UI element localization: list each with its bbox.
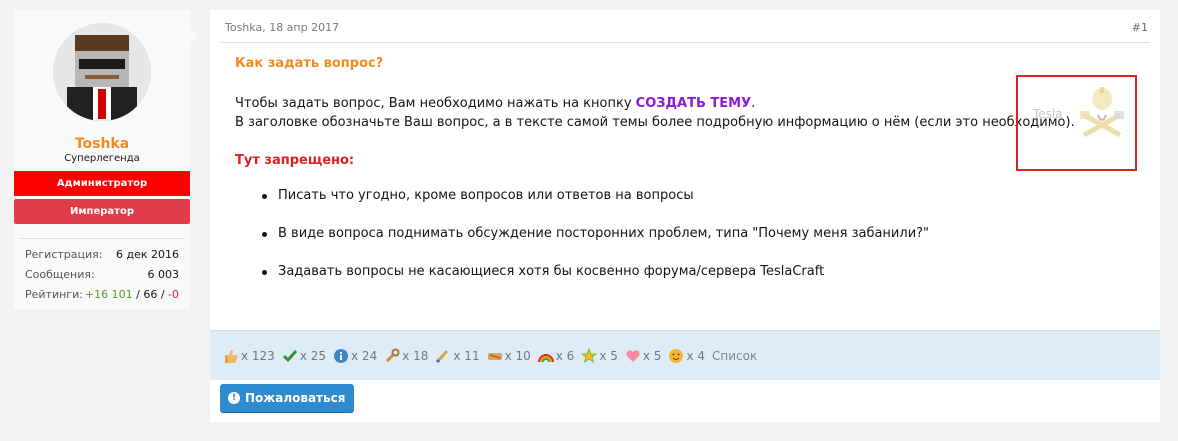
list-item: Задавать вопросы не касающиеся хотя бы к… (235, 262, 1140, 300)
post-number[interactable]: #1 (1132, 21, 1148, 34)
stat-label: Регистрация: (25, 248, 103, 261)
paragraph-text: . (751, 96, 756, 111)
smiley-icon (669, 348, 684, 363)
reaction-count: x 10 (504, 348, 531, 363)
rating-neutral: 66 (143, 288, 158, 301)
post-author-date[interactable]: Toshka, 18 апр 2017 (225, 21, 339, 34)
reaction-count: x 6 (555, 348, 575, 363)
signature-text: Tesla (1033, 107, 1063, 121)
stat-value[interactable]: 6 003 (148, 266, 180, 286)
reaction-funny[interactable]: x 4 (668, 348, 705, 364)
stat-value: +16 101 / 66 / -0 (85, 286, 179, 306)
thumbs-up-icon (225, 349, 238, 363)
reaction-love[interactable]: x 5 (625, 348, 662, 364)
rules-list: Писать что угодно, кроме вопросов или от… (235, 186, 1140, 300)
rainbow-icon (537, 353, 554, 362)
rating-separator: / (132, 288, 144, 301)
avatar-image (53, 23, 151, 121)
question-title: Как задать вопрос? (235, 56, 384, 71)
stat-value: 6 дек 2016 (115, 248, 179, 261)
user-card: Toshka Суперлегенда Администратор Импера… (14, 10, 198, 309)
post-body: Как задать вопрос? Чтобы задать вопрос, … (235, 54, 1140, 300)
reaction-like[interactable]: x 123 (223, 348, 275, 364)
reaction-rainbow[interactable]: x 6 (537, 348, 575, 364)
reactions-bar: x 123 x 25 x 24 x 18 x 11 x 10 x 6 x 5 x… (210, 330, 1160, 380)
reaction-count: x 5 (599, 348, 618, 363)
admin-banner: Администратор (14, 171, 190, 196)
stat-messages: Сообщения: 6 003 (25, 266, 179, 286)
user-title: Суперлегенда (64, 153, 140, 164)
reaction-count: x 11 (453, 348, 480, 363)
checkmark-icon (282, 349, 297, 362)
brush-icon (436, 349, 449, 363)
stat-registration: Регистрация: 6 дек 2016 (25, 246, 179, 266)
reaction-count: x 25 (299, 348, 327, 363)
paragraph-details: В заголовке обозначьте Ваш вопрос, а в т… (235, 115, 1075, 130)
list-item: В виде вопроса поднимать обсуждение пост… (235, 224, 1140, 262)
post: Toshka, 18 апр 2017 #1 Как задать вопрос… (210, 10, 1160, 422)
avatar[interactable] (53, 23, 151, 121)
stat-ratings: Рейтинги: +16 101 / 66 / -0 (25, 286, 179, 306)
signature-box: Tesla (1016, 75, 1137, 171)
reaction-useful[interactable]: x 18 (384, 348, 428, 364)
reaction-star[interactable]: x 5 (581, 347, 618, 364)
list-item: Писать что угодно, кроме вопросов или от… (235, 186, 1140, 224)
reaction-friendly[interactable]: x 10 (487, 348, 531, 364)
star-icon (581, 347, 598, 363)
post-header: Toshka, 18 апр 2017 #1 (221, 10, 1150, 43)
reactions-list-link[interactable]: Список (712, 349, 757, 363)
divider (20, 238, 184, 239)
reaction-count: x 24 (351, 348, 378, 363)
report-button[interactable]: ! Пожаловаться (220, 384, 355, 412)
heart-icon (626, 349, 640, 362)
reaction-count: x 4 (686, 348, 706, 363)
create-topic-link[interactable]: СОЗДАТЬ ТЕМУ (636, 96, 751, 111)
alert-icon: ! (228, 392, 240, 404)
handshake-icon (487, 352, 502, 360)
reaction-count: x 5 (642, 348, 662, 363)
reaction-count: x 123 (241, 348, 275, 363)
paragraph-text: Чтобы задать вопрос, Вам необходимо нажа… (235, 96, 636, 111)
stat-label: Сообщения: (25, 268, 95, 281)
info-icon (334, 348, 349, 363)
report-button-label: Пожаловаться (245, 391, 346, 405)
paragraph-create: Чтобы задать вопрос, Вам необходимо нажа… (235, 94, 1140, 113)
rating-positive: +16 101 (84, 288, 133, 301)
stat-label: Рейтинги: (25, 288, 83, 301)
reaction-creative[interactable]: x 11 (435, 348, 480, 364)
papal-emblem-icon (1080, 87, 1124, 138)
emperor-banner: Император (14, 199, 190, 224)
reaction-informative[interactable]: x 24 (333, 348, 377, 364)
username[interactable]: Toshka (14, 136, 190, 152)
rating-separator: / (157, 288, 169, 301)
forbidden-title: Тут запрещено: (235, 153, 355, 168)
reaction-count: x 18 (402, 348, 429, 363)
wrench-icon (386, 348, 400, 362)
user-stats: Регистрация: 6 дек 2016 Сообщения: 6 003… (25, 246, 179, 306)
reaction-agree[interactable]: x 25 (282, 348, 326, 364)
rating-negative: -0 (168, 288, 179, 301)
